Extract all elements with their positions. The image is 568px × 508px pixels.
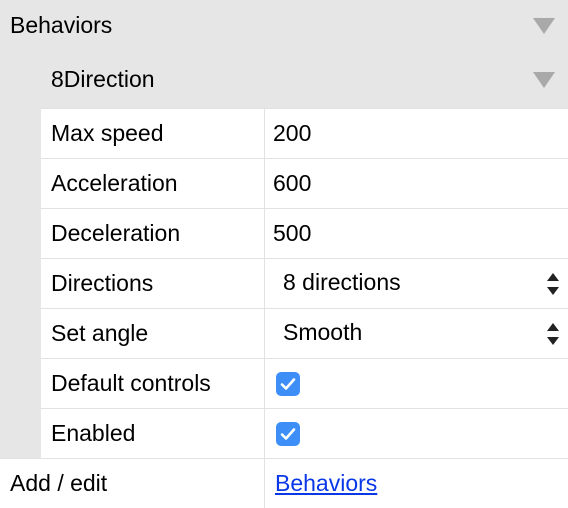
property-row-deceleration: Deceleration 500 xyxy=(41,208,568,258)
property-row-max-speed: Max speed 200 xyxy=(41,108,568,158)
property-name: Deceleration xyxy=(41,209,265,258)
property-row-set-angle: Set angle Smooth xyxy=(41,308,568,358)
add-edit-row: Add / edit Behaviors xyxy=(0,458,568,508)
default-controls-checkbox[interactable] xyxy=(276,372,300,396)
directions-select[interactable]: 8 directions xyxy=(265,259,568,308)
max-speed-input[interactable]: 200 xyxy=(265,109,568,158)
triangle-down-icon[interactable] xyxy=(533,18,555,34)
acceleration-input[interactable]: 600 xyxy=(265,159,568,208)
set-angle-select[interactable]: Smooth xyxy=(265,309,568,358)
behaviors-link[interactable]: Behaviors xyxy=(275,459,377,508)
section-title: Behaviors xyxy=(10,11,113,38)
behaviors-section-header[interactable]: Behaviors xyxy=(0,0,568,50)
property-row-directions: Directions 8 directions xyxy=(41,258,568,308)
property-name: Set angle xyxy=(41,309,265,358)
checkmark-icon xyxy=(280,378,296,390)
default-controls-cell xyxy=(265,359,568,408)
property-name: Default controls xyxy=(41,359,265,408)
enabled-cell xyxy=(265,409,568,458)
directions-value: 8 directions xyxy=(283,269,401,295)
property-name: Directions xyxy=(41,259,265,308)
properties-panel: Behaviors 8Direction Max speed 200 Accel… xyxy=(0,0,568,508)
property-name: Acceleration xyxy=(41,159,265,208)
set-angle-value: Smooth xyxy=(283,319,363,345)
behavior-title: 8Direction xyxy=(51,65,155,92)
property-row-enabled: Enabled xyxy=(41,408,568,458)
add-edit-label: Add / edit xyxy=(0,459,265,508)
triangle-down-icon[interactable] xyxy=(533,72,555,88)
select-arrows-icon[interactable] xyxy=(547,323,559,345)
deceleration-input[interactable]: 500 xyxy=(265,209,568,258)
select-arrows-icon[interactable] xyxy=(547,273,559,295)
checkmark-icon xyxy=(280,428,296,440)
property-name: Max speed xyxy=(41,109,265,158)
property-name: Enabled xyxy=(41,409,265,458)
enabled-checkbox[interactable] xyxy=(276,422,300,446)
8direction-behavior-header[interactable]: 8Direction xyxy=(0,54,568,104)
property-row-acceleration: Acceleration 600 xyxy=(41,158,568,208)
property-row-default-controls: Default controls xyxy=(41,358,568,408)
